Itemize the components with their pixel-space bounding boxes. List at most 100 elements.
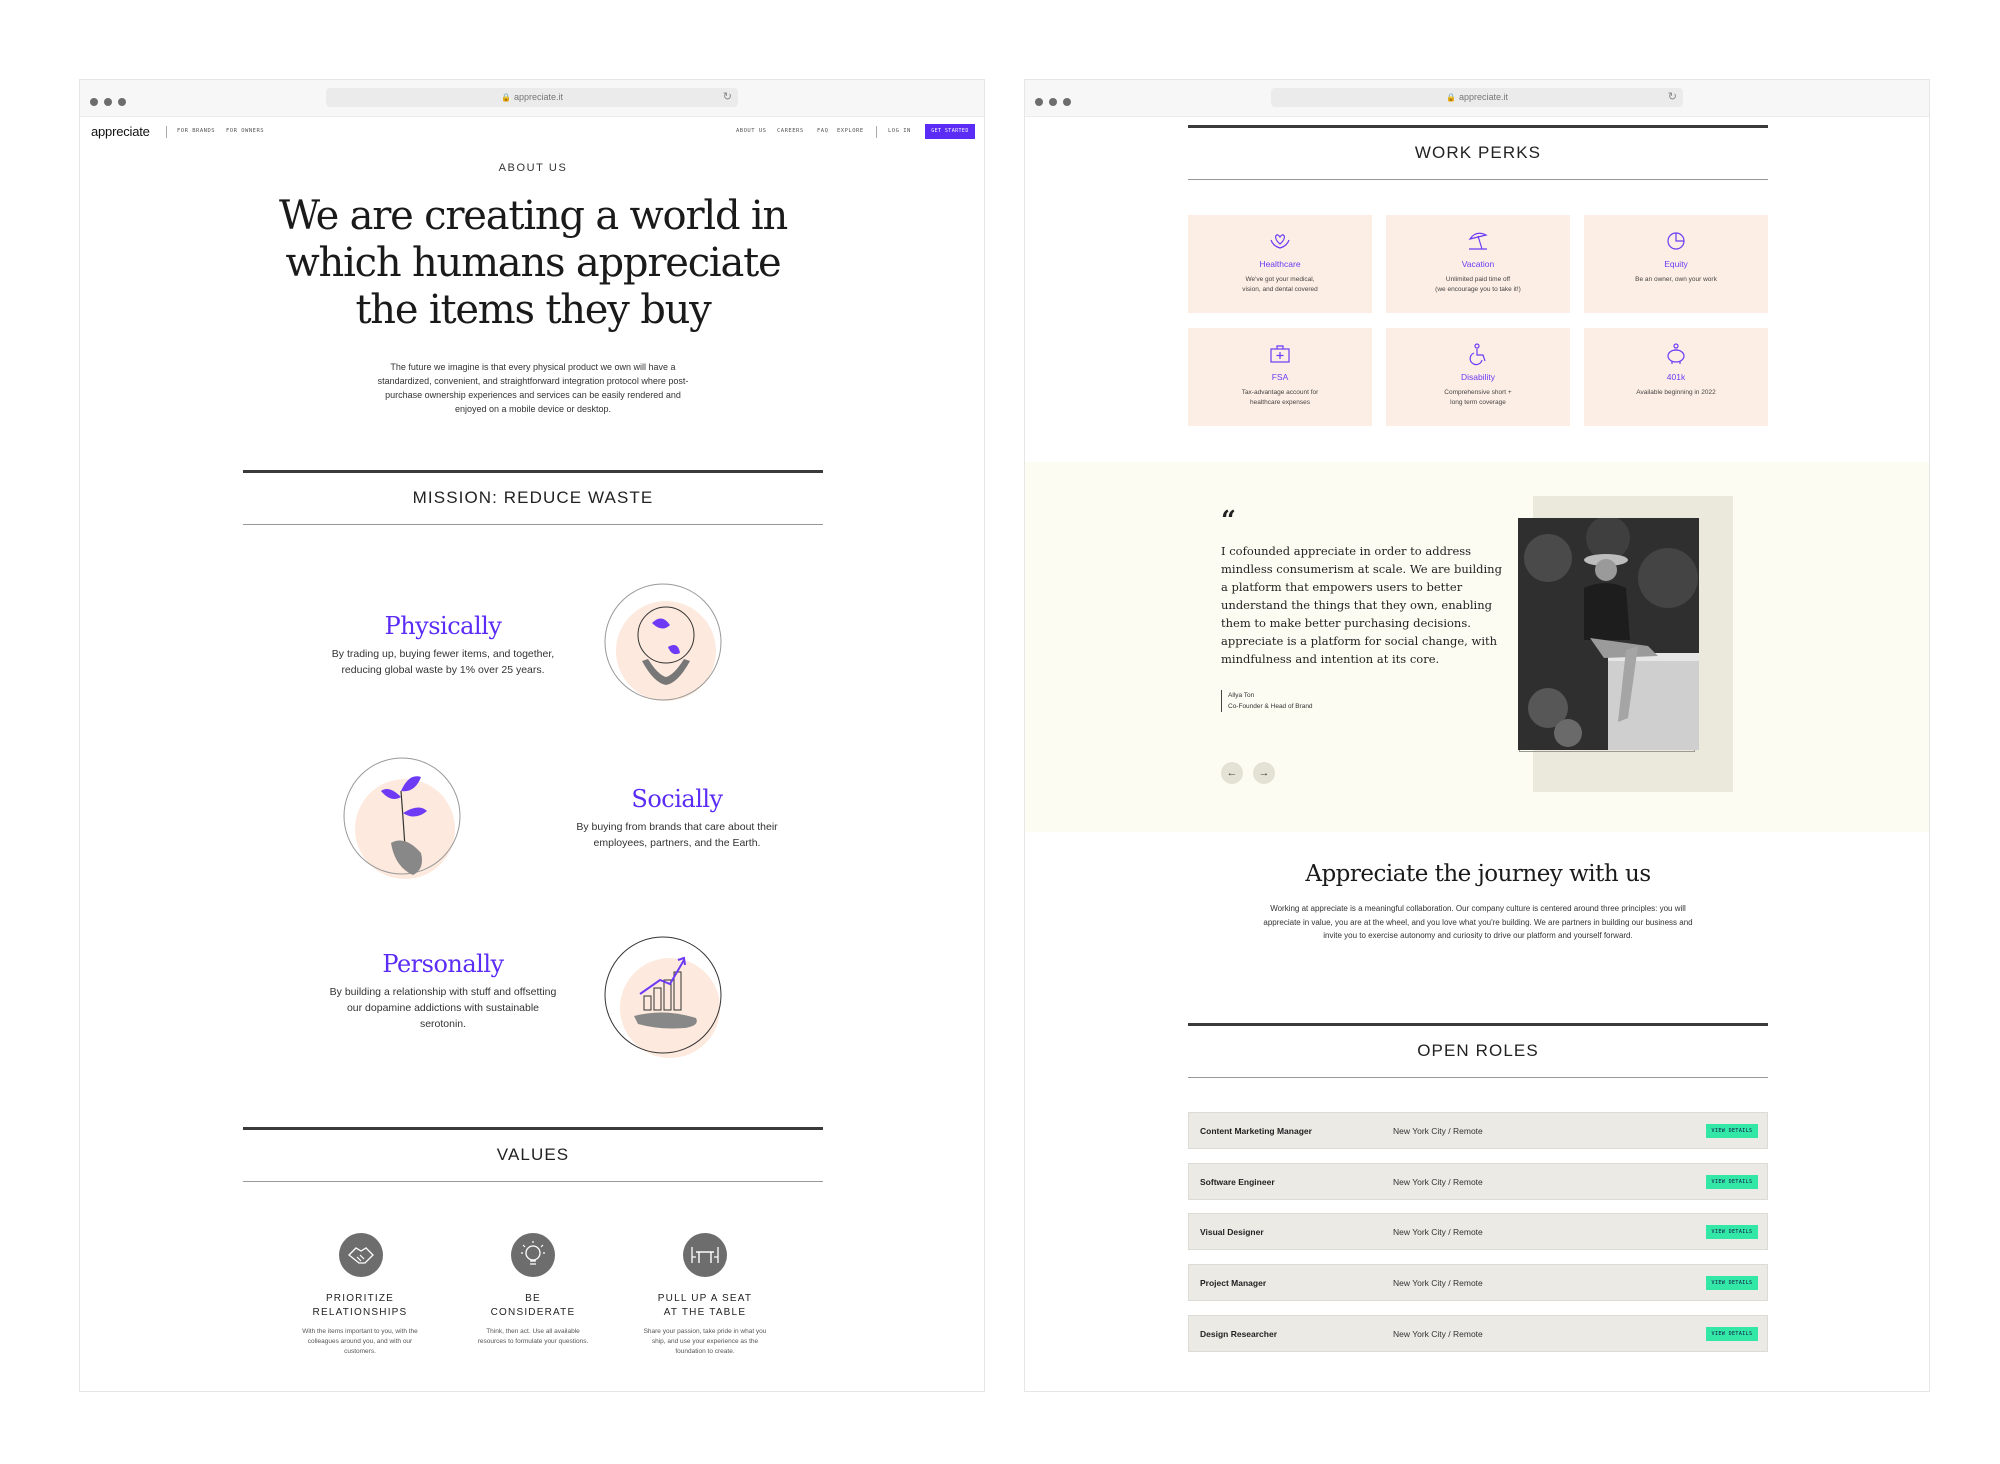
testimonial-author: Allya Ton Co-Founder & Head of Brand [1221, 690, 1313, 712]
address-bar[interactable]: 🔒 appreciate.it ↻ [1271, 88, 1683, 107]
view-details-button[interactable]: VIEW DETAILS [1706, 1276, 1758, 1290]
roles-title: OPEN ROLES [1417, 1041, 1539, 1060]
hands-globe-illustration [604, 583, 722, 701]
browser-chrome: 🔒 appreciate.it ↻ [80, 80, 984, 117]
hand-growth-chart-illustration [604, 936, 722, 1058]
value-title: BE CONSIDERATE [490, 1293, 576, 1318]
role-name: Software Engineer [1200, 1177, 1275, 1187]
role-row[interactable]: Visual Designer New York City / Remote VIE… [1188, 1213, 1768, 1250]
mission-heading-band: MISSION: REDUCE WASTE [243, 470, 823, 525]
next-arrow-button[interactable]: → [1253, 762, 1275, 784]
nav-link-about-us[interactable]: ABOUT US [736, 128, 767, 134]
testimonial-section: “ I cofounded appreciate in order to add… [1025, 462, 1929, 832]
minimize-dot[interactable] [104, 98, 112, 106]
lightbulb-icon [511, 1233, 555, 1277]
maximize-dot[interactable] [1063, 98, 1071, 106]
browser-window-careers: 🔒 appreciate.it ↻ WORK PERKS Healthcare We… [1024, 79, 1930, 1392]
heart-hands-icon [1270, 234, 1290, 249]
journey-body: Working at appreciate is a meaningful co… [1263, 904, 1693, 940]
perk-desc: Comprehensive short + long term coverage [1444, 389, 1512, 406]
mission-item-title: Socially [631, 785, 723, 813]
role-location: New York City / Remote [1393, 1126, 1483, 1136]
mission-item-personally: Personally By building a relationship wi… [283, 950, 603, 1032]
value-desc: With the items important to you, with th… [302, 1328, 418, 1355]
perk-desc: We've got your medical, vision, and denta… [1242, 276, 1318, 293]
browser-chrome: 🔒 appreciate.it ↻ [1025, 80, 1929, 117]
nav-link-careers[interactable]: CAREERS [777, 128, 804, 134]
mission-item-desc: By trading up, buying fewer items, and t… [331, 648, 555, 676]
author-role: Co-Founder & Head of Brand [1228, 703, 1313, 710]
minimize-dot[interactable] [1049, 98, 1057, 106]
role-location: New York City / Remote [1393, 1329, 1483, 1339]
handshake-icon [339, 1233, 383, 1277]
author-name: Allya Ton [1228, 692, 1255, 699]
nav-link-for-owners[interactable]: FOR OWNERS [226, 128, 264, 134]
view-details-button[interactable]: VIEW DETAILS [1706, 1124, 1758, 1138]
perk-title: 401k [1666, 372, 1686, 382]
table-icon [683, 1233, 727, 1277]
logo[interactable]: appreciate [91, 124, 150, 139]
role-name: Design Researcher [1200, 1329, 1278, 1339]
quote-mark-icon: “ [1221, 506, 1236, 536]
mission-item-socially: Socially By buying from brands that care… [537, 785, 817, 851]
address-bar[interactable]: 🔒 appreciate.it ↻ [326, 88, 738, 107]
reload-icon[interactable]: ↻ [723, 88, 732, 107]
role-row[interactable]: Project Manager New York City / Remote VIE… [1188, 1264, 1768, 1301]
perks-title: WORK PERKS [1414, 143, 1542, 162]
value-be-considerate: BE CONSIDERATE Think, then act. Use all a… [456, 1292, 610, 1347]
nav-link-for-brands[interactable]: FOR BRANDS [177, 128, 215, 134]
site-navbar: appreciate FOR BRANDS FOR OWNERS ABOUT U… [80, 117, 984, 147]
mission-item-desc: By buying from brands that care about th… [576, 821, 778, 849]
perk-desc: Available beginning in 2022 [1636, 389, 1716, 396]
role-row[interactable]: Design Researcher New York City / Remote V… [1188, 1315, 1768, 1352]
perk-title: Disability [1460, 372, 1495, 382]
browser-window-about: 🔒 appreciate.it ↻ appreciate FOR BRANDS FO… [79, 79, 985, 1392]
perk-card-vacation: Vacation Unlimited paid time off (we enco… [1386, 215, 1570, 313]
role-location: New York City / Remote [1393, 1227, 1483, 1237]
role-name: Project Manager [1200, 1278, 1267, 1288]
beach-umbrella-icon [1468, 232, 1488, 250]
role-row[interactable]: Software Engineer New York City / Remote V… [1188, 1163, 1768, 1200]
reload-icon[interactable]: ↻ [1668, 88, 1677, 107]
role-name: Visual Designer [1200, 1227, 1264, 1237]
close-dot[interactable] [1035, 98, 1043, 106]
role-location: New York City / Remote [1393, 1278, 1483, 1288]
role-name: Content Marketing Manager [1200, 1126, 1312, 1136]
get-started-button[interactable]: GET STARTED [925, 124, 975, 139]
mission-title: MISSION: REDUCE WASTE [412, 488, 654, 507]
perk-desc: Unlimited paid time off (we encourage you… [1435, 276, 1521, 293]
prev-arrow-button[interactable]: ← [1221, 762, 1243, 784]
perks-heading-band: WORK PERKS [1188, 125, 1768, 180]
lock-icon: 🔒 [1446, 93, 1456, 102]
login-link[interactable]: LOG IN [888, 128, 911, 134]
hand-plant-illustration [343, 757, 461, 879]
piggy-bank-icon [1667, 343, 1685, 364]
testimonial-quote: I cofounded appreciate in order to addre… [1221, 544, 1502, 666]
view-details-button[interactable]: VIEW DETAILS [1706, 1327, 1758, 1341]
values-heading-band: VALUES [243, 1127, 823, 1182]
medical-kit-icon [1270, 345, 1290, 363]
value-prioritize-relationships: PRIORITIZE RELATIONSHIPS With the items i… [283, 1292, 437, 1357]
perk-desc: Be an owner, own your work [1635, 276, 1717, 283]
nav-link-explore[interactable]: EXPLORE [837, 128, 864, 134]
nav-divider [876, 126, 877, 138]
nav-divider [166, 126, 167, 138]
view-details-button[interactable]: VIEW DETAILS [1706, 1225, 1758, 1239]
perk-card-401k: 401k Available beginning in 2022 [1584, 328, 1768, 426]
role-location: New York City / Remote [1393, 1177, 1483, 1187]
nav-link-faq[interactable]: FAQ [817, 128, 828, 134]
role-row[interactable]: Content Marketing Manager New York City /… [1188, 1112, 1768, 1149]
journey-title: Appreciate the journey with us [1305, 861, 1651, 887]
wheelchair-icon [1469, 343, 1486, 366]
perk-card-healthcare: Healthcare We've got your medical, vision… [1188, 215, 1372, 313]
url-text: appreciate.it [1458, 92, 1508, 102]
mission-item-title: Personally [382, 950, 504, 978]
perk-title: FSA [1271, 372, 1289, 382]
perk-title: Healthcare [1259, 259, 1301, 269]
roles-heading-band: OPEN ROLES [1188, 1023, 1768, 1078]
close-dot[interactable] [90, 98, 98, 106]
value-desc: Think, then act. Use all available resour… [477, 1328, 589, 1345]
url-text: appreciate.it [513, 92, 563, 102]
view-details-button[interactable]: VIEW DETAILS [1706, 1175, 1758, 1189]
maximize-dot[interactable] [118, 98, 126, 106]
